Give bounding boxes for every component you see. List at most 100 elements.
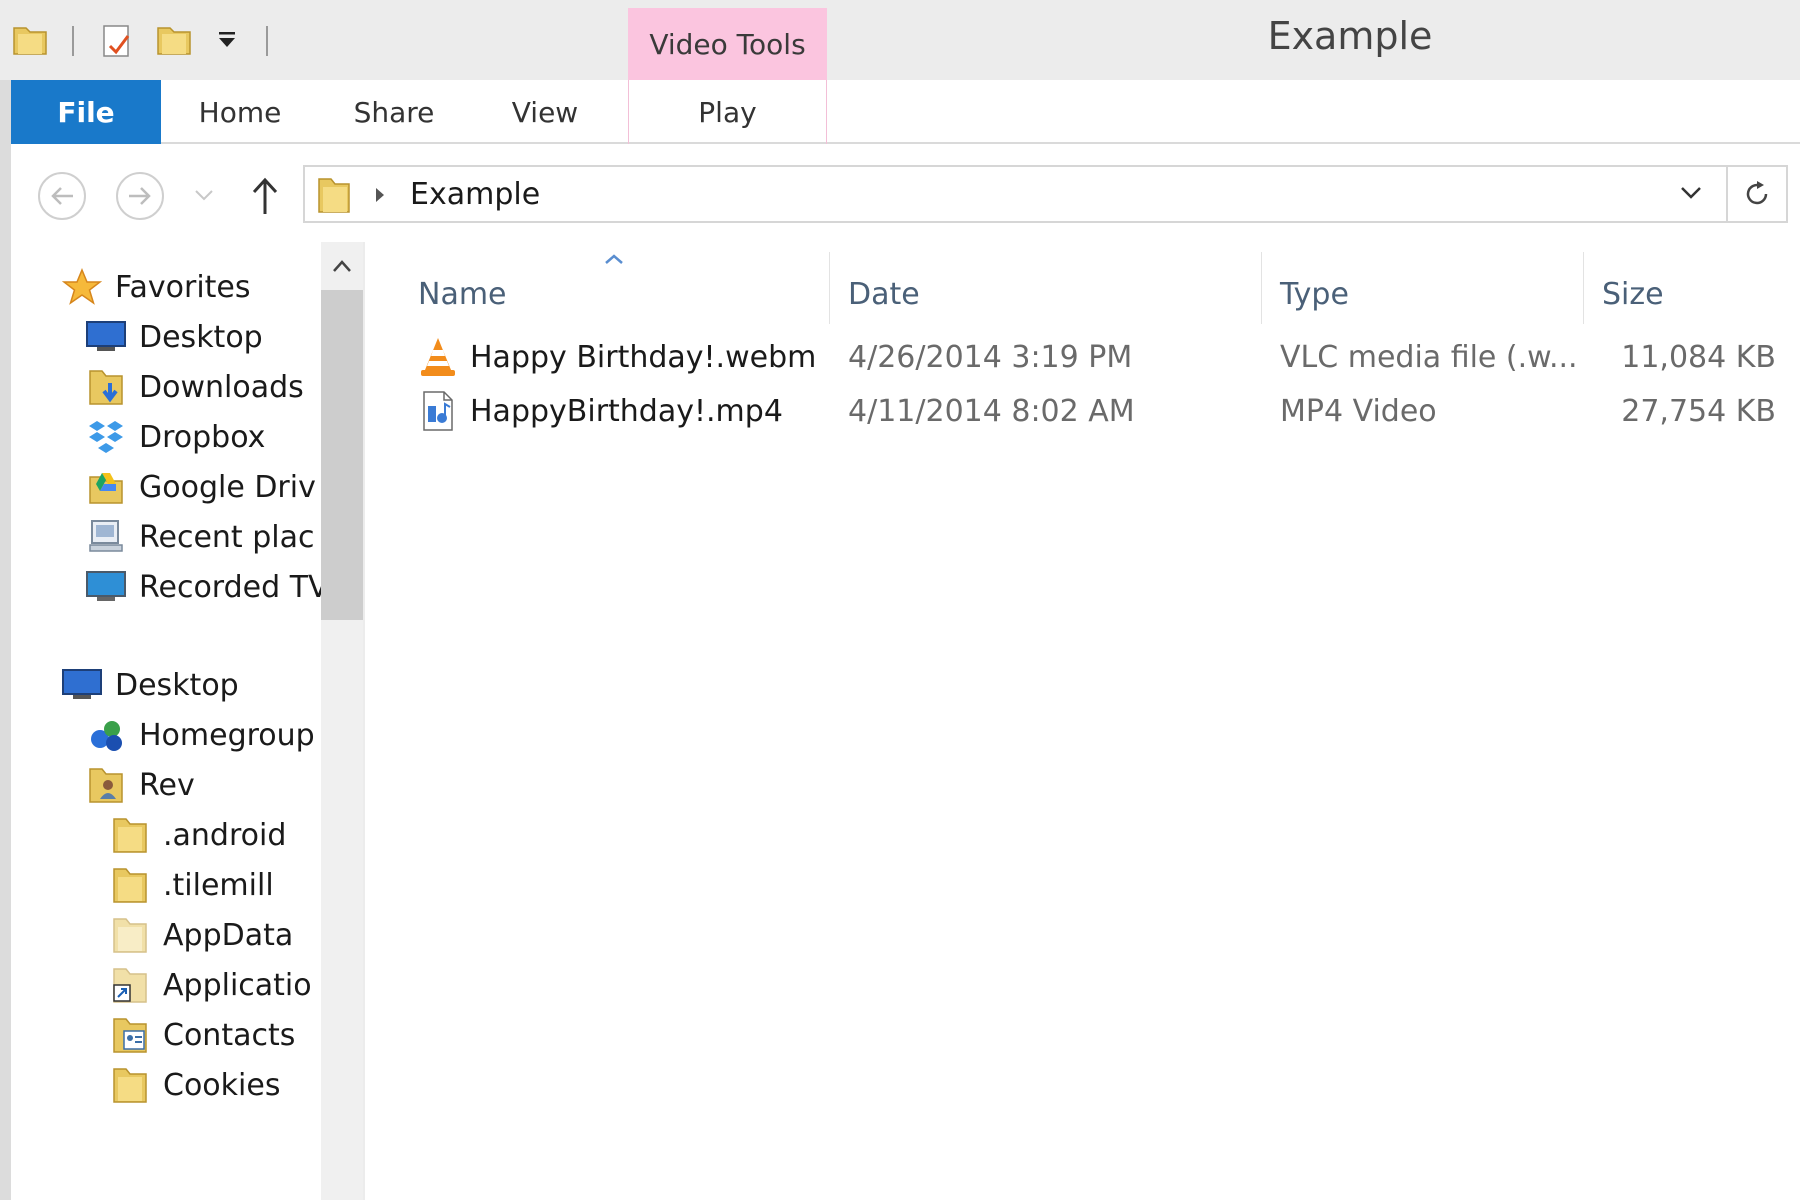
- nav-item-rev[interactable]: Rev: [85, 760, 195, 810]
- dropbox-icon: [85, 416, 127, 458]
- desktop-icon: [61, 664, 103, 706]
- folder-icon[interactable]: [12, 24, 48, 60]
- vlc-cone-icon: [416, 335, 460, 379]
- properties-icon[interactable]: [100, 24, 136, 64]
- nav-item-cookies[interactable]: Cookies: [109, 1060, 280, 1110]
- column-divider[interactable]: [829, 252, 830, 324]
- new-folder-icon[interactable]: [156, 24, 192, 60]
- tab-home[interactable]: Home: [183, 80, 297, 144]
- nav-item-homegroup[interactable]: Homegroup: [85, 710, 315, 760]
- file-list: Name Date Type Size Happy Birthday!.webm…: [366, 242, 1800, 1200]
- nav-item-label: Contacts: [163, 1017, 296, 1053]
- column-header-type[interactable]: Type: [1280, 266, 1349, 322]
- column-header-name[interactable]: Name: [418, 266, 507, 322]
- navigation-bar: Example: [0, 146, 1800, 242]
- file-name: HappyBirthday!.mp4: [470, 393, 783, 429]
- recorded-tv-icon: [85, 566, 127, 608]
- refresh-button[interactable]: [1726, 167, 1786, 221]
- file-size: 11,084 KB: [1621, 339, 1776, 375]
- column-divider[interactable]: [1261, 252, 1262, 324]
- customize-toolbar-icon[interactable]: [216, 30, 238, 54]
- navigation-pane: Favorites Desktop Downloads Dropbox Goog…: [11, 242, 321, 1200]
- chevron-up-icon: [333, 260, 351, 272]
- nav-item-label: Applicatio: [163, 967, 312, 1003]
- folder-icon: [109, 864, 151, 906]
- star-icon: [61, 266, 103, 308]
- nav-item-appdata[interactable]: AppData: [109, 910, 293, 960]
- folder-icon: [315, 173, 353, 219]
- tab-play[interactable]: Play: [628, 80, 827, 144]
- nav-item-label: Recent plac: [139, 519, 315, 555]
- video-file-icon: [416, 389, 460, 433]
- address-bar[interactable]: Example: [303, 165, 1788, 223]
- file-type: VLC media file (.w...: [1280, 339, 1575, 375]
- nav-item-label: Recorded TV: [139, 569, 321, 605]
- video-tools-context-header: Video Tools: [628, 8, 827, 80]
- nav-item-favorites[interactable]: Favorites: [61, 262, 251, 312]
- nav-item-desktop[interactable]: Desktop: [85, 312, 263, 362]
- nav-item-label: Cookies: [163, 1067, 281, 1103]
- nav-item-recent-places[interactable]: Recent plac: [85, 512, 314, 562]
- nav-item-label: .tilemill: [163, 867, 274, 903]
- contacts-folder-icon: [109, 1014, 151, 1056]
- nav-item-application-data[interactable]: Applicatio: [109, 960, 312, 1010]
- nav-item-google-drive[interactable]: Google Driv: [85, 462, 316, 512]
- nav-item-desktop-root[interactable]: Desktop: [61, 660, 239, 710]
- nav-item-dropbox[interactable]: Dropbox: [85, 412, 265, 462]
- file-size: 27,754 KB: [1621, 393, 1776, 429]
- column-divider[interactable]: [1583, 252, 1584, 324]
- google-drive-icon: [85, 466, 127, 508]
- file-name-cell: Happy Birthday!.webm: [416, 330, 816, 384]
- nav-item-label: Desktop: [139, 319, 263, 355]
- back-arrow-icon: [51, 187, 73, 205]
- forward-arrow-icon: [129, 187, 151, 205]
- recent-locations-icon[interactable]: [194, 188, 214, 207]
- file-date: 4/26/2014 3:19 PM: [848, 339, 1133, 375]
- folder-icon: [109, 1064, 151, 1106]
- nav-item-label: Homegroup: [139, 717, 315, 753]
- window-title: Example: [1267, 14, 1433, 58]
- column-header-size[interactable]: Size: [1602, 266, 1664, 322]
- window-border: [0, 80, 11, 1200]
- nav-item-label: AppData: [163, 917, 294, 953]
- toolbar-separator: [72, 26, 74, 56]
- back-button[interactable]: [38, 172, 86, 220]
- refresh-icon: [1746, 181, 1768, 205]
- file-date: 4/11/2014 8:02 AM: [848, 393, 1135, 429]
- breadcrumb-chevron-icon[interactable]: [373, 185, 387, 209]
- nav-item-contacts[interactable]: Contacts: [109, 1010, 295, 1060]
- nav-item-downloads[interactable]: Downloads: [85, 362, 304, 412]
- tab-file[interactable]: File: [11, 80, 161, 144]
- scroll-up-button[interactable]: [321, 242, 363, 290]
- desktop-icon: [85, 316, 127, 358]
- breadcrumb-current[interactable]: Example: [410, 177, 540, 212]
- nav-item-label: .android: [163, 817, 287, 853]
- file-row[interactable]: HappyBirthday!.mp4 4/11/2014 8:02 AM MP4…: [366, 384, 1800, 438]
- title-bar: Video Tools Example: [0, 0, 1800, 80]
- address-history-chevron-icon[interactable]: [1680, 185, 1702, 205]
- nav-item-android[interactable]: .android: [109, 810, 286, 860]
- shortcut-icon: [109, 964, 151, 1006]
- scrollbar-thumb[interactable]: [321, 290, 363, 620]
- file-row[interactable]: Happy Birthday!.webm 4/26/2014 3:19 PM V…: [366, 330, 1800, 384]
- file-name-cell: HappyBirthday!.mp4: [416, 384, 783, 438]
- forward-button[interactable]: [116, 172, 164, 220]
- up-arrow-icon[interactable]: [250, 176, 280, 220]
- file-type: MP4 Video: [1280, 393, 1437, 429]
- pane-divider[interactable]: [363, 242, 365, 1200]
- tab-view[interactable]: View: [492, 80, 598, 144]
- user-folder-icon: [85, 764, 127, 806]
- folder-icon: [109, 814, 151, 856]
- nav-item-tilemill[interactable]: .tilemill: [109, 860, 274, 910]
- nav-pane-scrollbar[interactable]: [321, 242, 363, 1200]
- tab-share[interactable]: Share: [336, 80, 452, 144]
- ribbon-tab-bar: File Home Share View Play: [0, 80, 1800, 144]
- nav-item-label: Rev: [139, 767, 195, 803]
- homegroup-icon: [85, 714, 127, 756]
- nav-item-label: Google Driv: [139, 469, 316, 505]
- nav-item-recorded-tv[interactable]: Recorded TV: [85, 562, 321, 612]
- file-name: Happy Birthday!.webm: [470, 339, 817, 375]
- nav-item-label: Dropbox: [139, 419, 266, 455]
- column-header-date[interactable]: Date: [848, 266, 920, 322]
- nav-item-label: Favorites: [115, 269, 251, 305]
